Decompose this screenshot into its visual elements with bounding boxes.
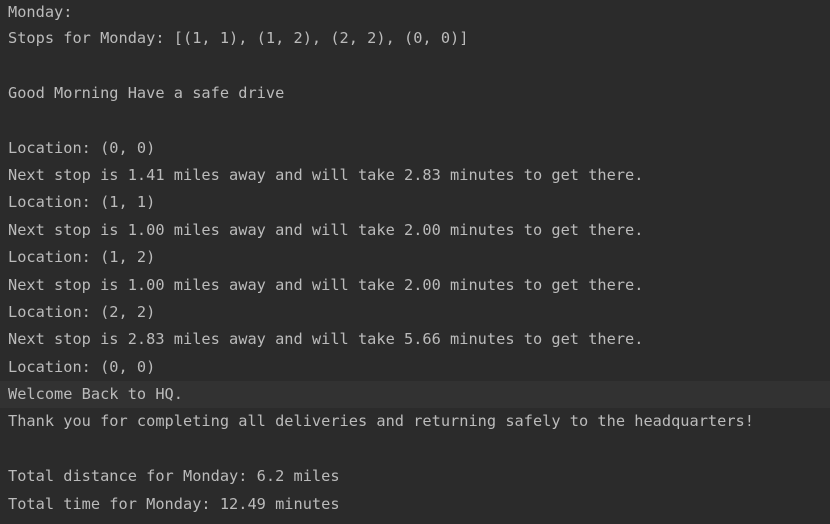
console-line: Monday: — [8, 3, 73, 21]
console-line: Next stop is 1.00 miles away and will ta… — [8, 220, 644, 239]
console-line: Total time for Monday: 12.49 minutes — [8, 494, 340, 513]
console-line: Thank you for completing all deliveries … — [8, 412, 754, 431]
console-line-current: Welcome Back to HQ. — [0, 381, 830, 409]
console-line: Stops for Monday: [(1, 1), (1, 2), (2, 2… — [8, 29, 469, 47]
console-line: Next stop is 1.00 miles away and will ta… — [8, 275, 644, 294]
console-line: Location: (0, 0) — [8, 357, 156, 376]
console-line: Location: (1, 2) — [8, 248, 156, 267]
console-line: Location: (1, 1) — [8, 193, 156, 212]
console-line: Next stop is 1.41 miles away and will ta… — [8, 165, 644, 184]
console-output[interactable]: Monday: Stops for Monday: [(1, 1), (1, 2… — [0, 0, 830, 524]
console-line: Total distance for Monday: 6.2 miles — [8, 467, 340, 486]
console-line: Location: (2, 2) — [8, 302, 156, 321]
console-line: Good Morning Have a safe drive — [8, 83, 285, 102]
console-line: Location: (0, 0) — [8, 138, 156, 157]
console-line: Next stop is 2.83 miles away and will ta… — [8, 330, 644, 349]
